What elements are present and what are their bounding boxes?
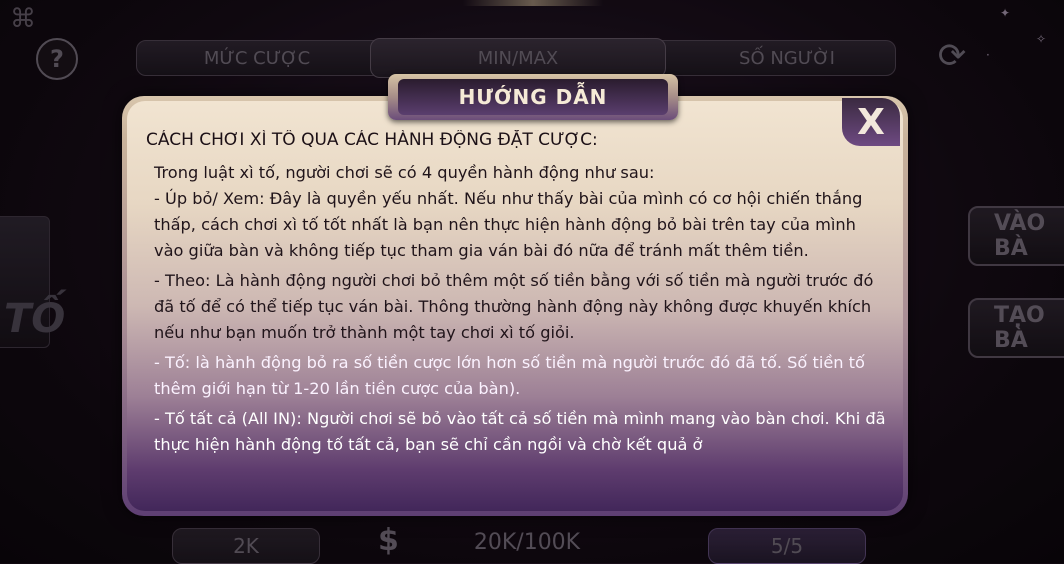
guide-paragraph: Trong luật xì tố, người chơi sẽ có 4 quy… (154, 163, 655, 182)
guide-paragraph: - Tố: là hành động bỏ ra số tiền cược lớ… (154, 353, 865, 398)
guide-paragraph: - Theo: Là hành động người chơi bỏ thêm … (154, 271, 874, 342)
guide-paragraph: - Tố tất cả (All IN): Người chơi sẽ bỏ v… (154, 409, 886, 454)
guide-content: CÁCH CHƠI XÌ TỐ QUA CÁC HÀNH ĐỘNG ĐẶT CƯ… (146, 130, 886, 490)
guide-paragraph: - Úp bỏ/ Xem: Đây là quyền yếu nhất. Nếu… (154, 189, 863, 260)
dialog-title-plate: HƯỚNG DẪN (388, 74, 678, 120)
guide-heading: CÁCH CHƠI XÌ TỐ QUA CÁC HÀNH ĐỘNG ĐẶT CƯ… (146, 130, 598, 150)
dialog-title: HƯỚNG DẪN (398, 79, 668, 115)
